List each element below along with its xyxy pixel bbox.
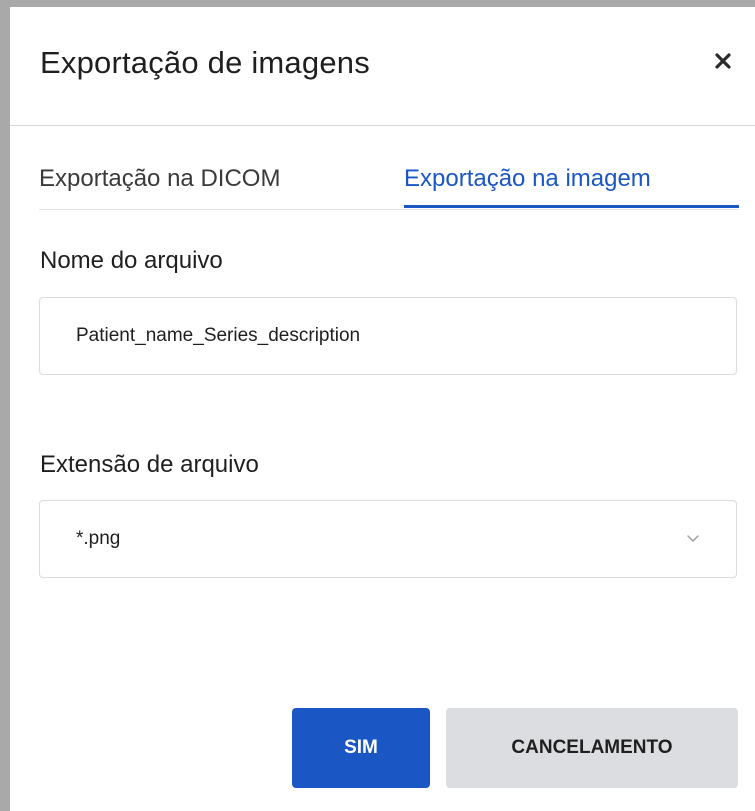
tab-dicom-export[interactable]: Exportação na DICOM	[39, 165, 280, 193]
cancel-button[interactable]: CANCELAMENTO	[446, 708, 738, 788]
tab-image-export[interactable]: Exportação na imagem	[404, 165, 651, 193]
extension-value: *.png	[76, 528, 121, 549]
filename-input[interactable]: Patient_name_Series_description	[39, 297, 737, 375]
yes-button[interactable]: SIM	[292, 708, 430, 788]
chevron-down-icon	[683, 528, 703, 548]
active-tab-indicator	[404, 205, 739, 208]
dialog-header: Exportação de imagens	[10, 7, 755, 126]
close-icon[interactable]	[709, 47, 737, 75]
extension-label: Extensão de arquivo	[40, 451, 259, 478]
export-tabs: Exportação na DICOM Exportação na imagem	[39, 157, 739, 210]
filename-value: Patient_name_Series_description	[76, 325, 361, 346]
filename-label: Nome do arquivo	[40, 247, 223, 274]
extension-select[interactable]: *.png	[39, 500, 737, 578]
dialog-title: Exportação de imagens	[40, 45, 370, 80]
export-images-dialog: Exportação de imagens Exportação na DICO…	[10, 7, 755, 811]
